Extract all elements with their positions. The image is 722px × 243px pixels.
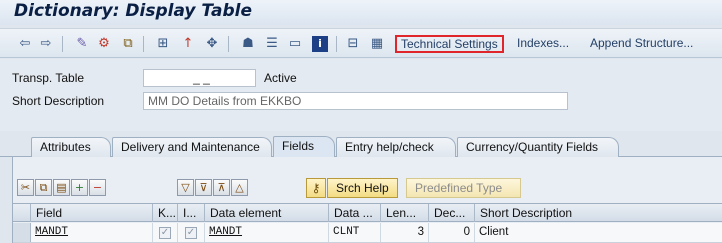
column-header-initial[interactable]: I...: [178, 204, 205, 222]
back-arrow-icon[interactable]: ⇦: [17, 36, 33, 52]
scroll-down-icon[interactable]: ▽: [177, 179, 194, 196]
hierarchy-icon[interactable]: ☗: [240, 36, 256, 52]
layout-icon[interactable]: ▭: [287, 36, 303, 52]
short-description-field[interactable]: MM DO Details from EKKBO: [143, 92, 568, 110]
copy-row-icon[interactable]: ⧉: [35, 179, 52, 196]
column-header-data-type[interactable]: Data ...: [329, 204, 381, 222]
tab-attributes[interactable]: Attributes: [31, 137, 111, 157]
where-used-icon[interactable]: ↑: [180, 36, 196, 52]
toolbar-separator: [62, 36, 63, 52]
column-header-key[interactable]: K...: [153, 204, 178, 222]
column-header-decimals[interactable]: Dec...: [429, 204, 475, 222]
forward-arrow-icon[interactable]: ⇨: [38, 36, 54, 52]
cut-row-icon[interactable]: ✂: [17, 179, 34, 196]
navigate-icon[interactable]: ✥: [204, 36, 220, 52]
column-header-short-description[interactable]: Short Description: [475, 204, 722, 222]
info-icon[interactable]: i: [312, 36, 328, 52]
fields-grid: Field K... I... Data element Data ... Le…: [13, 203, 722, 243]
scroll-up-icon[interactable]: △: [231, 179, 248, 196]
grid-toolbar: ✂ ⧉ ▤ + − ▽ ⊽ ⊼ △ ⚷ Srch Help Predefined…: [13, 177, 722, 199]
toolbar-separator: [336, 36, 337, 52]
delete-row-icon[interactable]: −: [89, 179, 106, 196]
select-all-cell[interactable]: [13, 204, 31, 222]
srch-help-button[interactable]: Srch Help: [327, 178, 398, 198]
tab-currency-quantity-fields[interactable]: Currency/Quantity Fields: [457, 137, 619, 157]
page-down-icon[interactable]: ⊽: [195, 179, 212, 196]
key-icon[interactable]: ⚷: [306, 178, 326, 198]
fields-panel: ✂ ⧉ ▤ + − ▽ ⊽ ⊼ △ ⚷ Srch Help Predefined…: [12, 157, 722, 243]
initial-values-checkbox[interactable]: ✓: [185, 227, 197, 239]
length-cell[interactable]: 3: [381, 223, 429, 242]
table-header-area: Transp. Table _ _ Active Short Descripti…: [0, 59, 722, 131]
toolbar-separator: [228, 36, 229, 52]
data-type-cell[interactable]: CLNT: [329, 223, 381, 242]
window-title: Dictionary: Display Table: [14, 1, 252, 21]
short-description-cell[interactable]: Client: [475, 223, 722, 242]
print-icon[interactable]: ☰: [264, 36, 280, 52]
title-bar: Dictionary: Display Table: [0, 0, 722, 25]
column-header-field[interactable]: Field: [31, 204, 153, 222]
other-object-icon[interactable]: ⚙: [96, 36, 112, 52]
tab-entry-help-check[interactable]: Entry help/check: [336, 137, 456, 157]
data-element-cell[interactable]: MANDT: [205, 223, 329, 242]
append-structure-button[interactable]: Append Structure...: [586, 35, 697, 53]
display-change-icon[interactable]: ✎: [74, 36, 90, 52]
key-checkbox[interactable]: ✓: [159, 227, 171, 239]
field-name-cell[interactable]: MANDT: [31, 223, 153, 242]
table-status: Active: [264, 71, 297, 85]
tab-strip: Attributes Delivery and Maintenance Fiel…: [0, 135, 722, 158]
tab-fields[interactable]: Fields: [273, 136, 335, 158]
transp-table-label: Transp. Table: [12, 71, 85, 85]
row-selector[interactable]: [13, 223, 31, 242]
activate-icon[interactable]: ⧉: [120, 36, 136, 52]
decimals-cell[interactable]: 0: [429, 223, 475, 242]
paste-row-icon[interactable]: ▤: [53, 179, 70, 196]
graphics-icon[interactable]: ⊟: [345, 36, 361, 52]
technical-settings-button[interactable]: Technical Settings: [395, 35, 504, 53]
transp-table-field[interactable]: _ _: [143, 69, 256, 87]
column-header-data-element[interactable]: Data element: [205, 204, 329, 222]
table-row[interactable]: MANDT ✓ ✓ MANDT CLNT 3 0 Client: [13, 223, 722, 243]
table-view-icon[interactable]: ▦: [369, 36, 385, 52]
column-header-length[interactable]: Len...: [381, 204, 429, 222]
check-icon[interactable]: ⊞: [155, 36, 171, 52]
key-cell: ✓: [153, 223, 178, 242]
grid-header-row: Field K... I... Data element Data ... Le…: [13, 203, 722, 222]
tab-delivery-and-maintenance[interactable]: Delivery and Maintenance: [112, 137, 272, 157]
indexes-button[interactable]: Indexes...: [513, 35, 573, 53]
predefined-type-button: Predefined Type: [406, 178, 521, 198]
initial-values-cell: ✓: [178, 223, 205, 242]
application-toolbar: ⇦ ⇨ ✎ ⚙ ⧉ ⊞ ↑ ✥ ☗ ☰ ▭ i ⊟ ▦ Technical Se…: [0, 28, 722, 58]
page-up-icon[interactable]: ⊼: [213, 179, 230, 196]
short-description-label: Short Description: [12, 94, 105, 108]
insert-row-icon[interactable]: +: [71, 179, 88, 196]
toolbar-separator: [143, 36, 144, 52]
